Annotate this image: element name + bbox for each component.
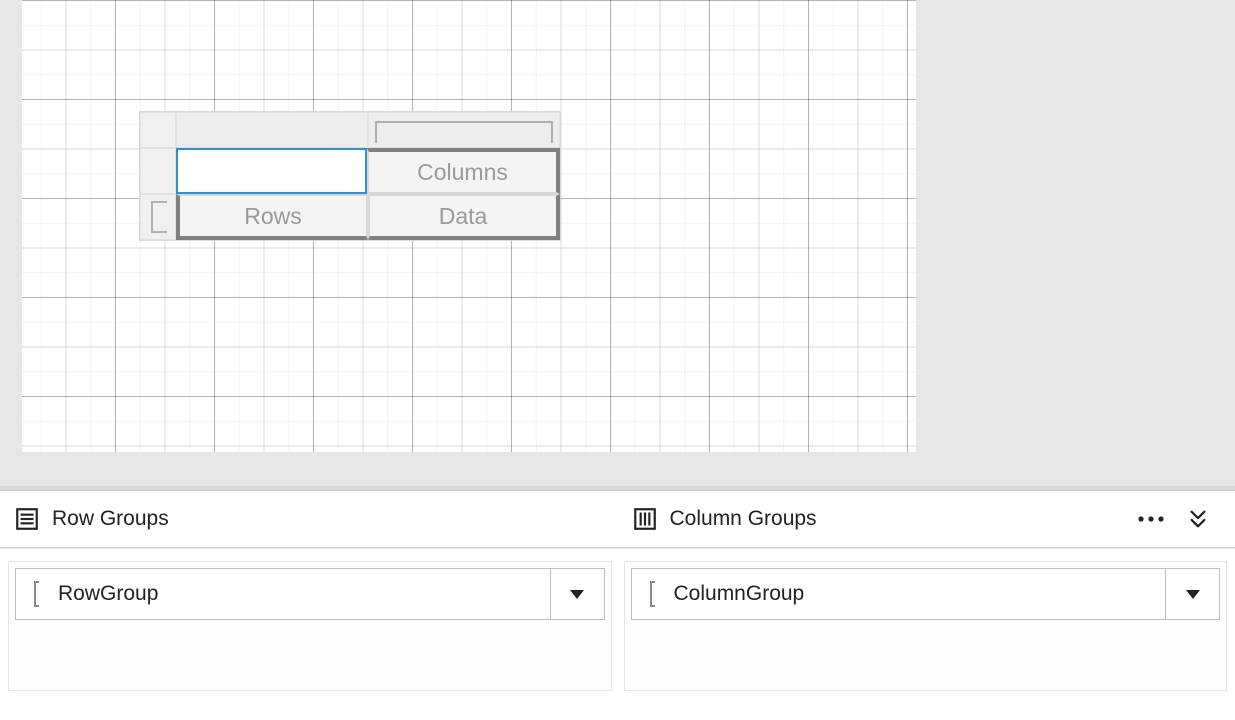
group-bracket-icon xyxy=(632,580,672,608)
matrix-columns-cell[interactable]: Columns xyxy=(367,148,560,194)
more-options-button[interactable] xyxy=(1137,514,1165,524)
layout-grid[interactable]: Columns Rows Data xyxy=(22,0,916,452)
matrix-corner-cell[interactable] xyxy=(176,148,367,194)
grouping-pane-header: Row Groups Column Groups xyxy=(0,490,1235,548)
matrix-side-spacer xyxy=(140,148,176,194)
report-design-surface[interactable]: Columns Rows Data xyxy=(0,0,1235,490)
matrix-item[interactable]: Columns Rows Data xyxy=(140,112,560,240)
row-group-item[interactable]: RowGroup xyxy=(15,568,605,620)
row-group-name: RowGroup xyxy=(56,582,550,606)
column-groups-title: Column Groups xyxy=(670,507,817,531)
column-group-item[interactable]: ColumnGroup xyxy=(631,568,1221,620)
column-groups-list[interactable]: ColumnGroup xyxy=(624,561,1228,691)
matrix-rows-cell[interactable]: Rows xyxy=(176,194,368,240)
grouping-pane: Row Groups Column Groups xyxy=(0,490,1235,720)
row-groups-icon xyxy=(14,506,40,532)
matrix-top-header-empty xyxy=(176,112,368,148)
matrix-corner-spacer xyxy=(140,112,176,148)
group-bracket-icon xyxy=(16,580,56,608)
matrix-data-cell[interactable]: Data xyxy=(368,194,560,240)
matrix-row-group-outline xyxy=(140,194,176,240)
column-group-name: ColumnGroup xyxy=(672,582,1166,606)
column-group-dropdown[interactable] xyxy=(1165,569,1219,619)
row-group-dropdown[interactable] xyxy=(550,569,604,619)
matrix-column-group-outline xyxy=(368,112,560,148)
column-groups-icon xyxy=(632,506,658,532)
row-groups-list[interactable]: RowGroup xyxy=(8,561,612,691)
collapse-pane-button[interactable] xyxy=(1187,508,1209,530)
row-groups-title: Row Groups xyxy=(52,507,169,531)
